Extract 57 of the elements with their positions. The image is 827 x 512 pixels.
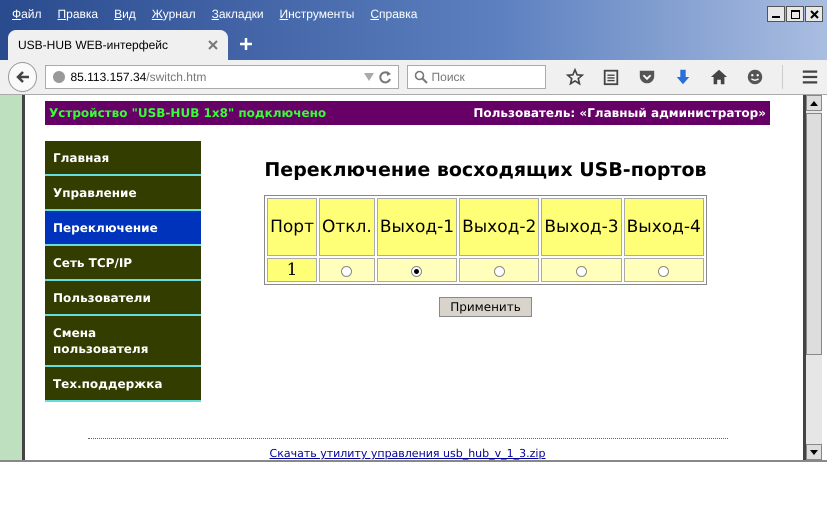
device-status: Устройство "USB-HUB 1x8" подключено <box>49 106 326 120</box>
clipboard-icon[interactable] <box>602 68 620 86</box>
smiley-icon[interactable] <box>746 68 764 86</box>
radio-button[interactable] <box>494 266 505 277</box>
address-field[interactable]: 85.113.157.34/switch.htm <box>45 65 399 89</box>
back-arrow-icon <box>14 69 31 85</box>
page-heading: Переключение восходящих USB-портов <box>264 159 707 181</box>
back-button[interactable] <box>8 62 38 92</box>
maximize-icon <box>790 10 800 18</box>
close-button[interactable] <box>805 6 823 22</box>
home-icon[interactable] <box>710 68 728 86</box>
user-label: Пользователь: «Главный администратор» <box>473 106 766 120</box>
menu-item[interactable]: Журнал <box>152 7 196 21</box>
download-link[interactable]: Скачать утилиту управления usb_hub_v_1_3.zip <box>270 447 546 460</box>
sidebar-item[interactable]: Переключение <box>45 211 201 246</box>
search-icon <box>414 70 428 84</box>
close-icon[interactable] <box>208 40 218 50</box>
port-cell: 1 <box>267 258 317 282</box>
column-header: Выход-4 <box>624 198 704 256</box>
minimize-button[interactable] <box>767 6 785 22</box>
pocket-icon[interactable] <box>638 68 656 86</box>
new-tab-icon[interactable] <box>240 38 252 50</box>
scroll-down-icon[interactable] <box>810 450 818 454</box>
menu-item[interactable]: Инструменты <box>280 7 354 21</box>
column-header: Выход-1 <box>376 198 458 256</box>
star-icon[interactable] <box>566 68 584 86</box>
menu-item[interactable]: Закладки <box>212 7 264 21</box>
menu-item[interactable]: Вид <box>114 7 136 21</box>
radio-button[interactable] <box>576 266 587 277</box>
menu-icon[interactable] <box>801 68 819 86</box>
reload-icon[interactable] <box>378 70 392 84</box>
sidebar-item[interactable]: Пользователи <box>45 281 201 316</box>
sidebar-item[interactable]: Сеть TCP/IP <box>45 246 201 281</box>
search-field[interactable]: Поиск <box>406 65 546 89</box>
menu-item[interactable]: Файл <box>12 7 42 21</box>
column-header: Откл. <box>319 198 375 256</box>
download-icon[interactable] <box>674 68 692 86</box>
url-host: 85.113.157.34 <box>70 70 146 84</box>
url-path: /switch.htm <box>146 70 206 84</box>
menu-item[interactable]: Правка <box>58 7 98 21</box>
column-header: Выход-3 <box>541 198 622 256</box>
sidebar-item[interactable]: Управление <box>45 176 201 211</box>
radio-button[interactable] <box>411 266 422 277</box>
menu-item[interactable]: Справка <box>370 7 418 21</box>
column-header: Выход-2 <box>459 198 540 256</box>
scrollbar[interactable] <box>803 95 822 460</box>
browser-tab[interactable]: USB-HUB WEB-интерфейс <box>8 30 228 60</box>
sidebar-item[interactable]: Главная <box>45 141 201 176</box>
column-header: Порт <box>267 198 317 256</box>
apply-button[interactable]: Применить <box>439 297 532 317</box>
radio-button[interactable] <box>341 266 352 277</box>
radio-button[interactable] <box>658 266 670 277</box>
sidebar-item[interactable]: Смена пользователя <box>45 316 201 367</box>
sidebar-item[interactable]: Тех.поддержка <box>45 367 201 402</box>
scroll-up-icon[interactable] <box>810 100 818 106</box>
close-icon <box>810 10 818 18</box>
maximize-button[interactable] <box>786 6 804 22</box>
